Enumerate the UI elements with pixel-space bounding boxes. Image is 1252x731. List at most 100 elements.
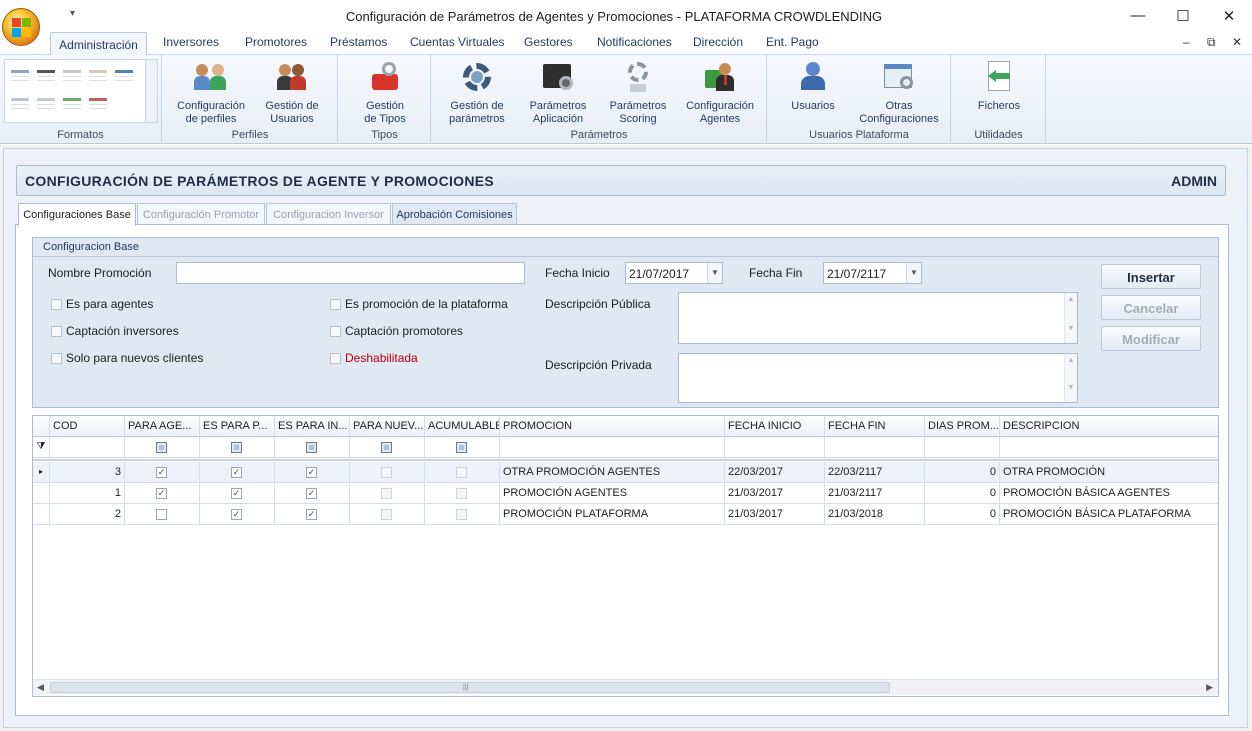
ribbon-tab-ent-pago[interactable]: Ent. Pago	[766, 35, 819, 49]
cell-es-para-p[interactable]: ✓	[200, 483, 275, 504]
filter-cell[interactable]	[500, 437, 725, 458]
row-checkbox[interactable]	[456, 467, 467, 478]
insertar-button[interactable]: Insertar	[1101, 264, 1201, 289]
configuracion-agentes-button[interactable]: Configuración Agentes	[680, 57, 760, 126]
filter-cell[interactable]	[350, 437, 425, 458]
row-checkbox[interactable]: ✓	[231, 467, 242, 478]
filter-cell[interactable]	[925, 437, 1000, 458]
gestion-parametros-button[interactable]: Gestión de parámetros	[438, 57, 516, 126]
row-checkbox[interactable]: ✓	[156, 467, 167, 478]
row-checkbox[interactable]	[456, 509, 467, 520]
row-checkbox[interactable]	[381, 509, 392, 520]
textarea-scrollbar[interactable]: ▲ ▼	[1064, 354, 1077, 402]
filter-cell[interactable]	[1000, 437, 1218, 458]
filter-cell[interactable]	[825, 437, 925, 458]
column-header[interactable]: PROMOCION	[500, 416, 725, 437]
column-header[interactable]: PARA NUEV...	[350, 416, 425, 437]
tab-configuracion-inversor[interactable]: Configuracion Inversor	[266, 203, 391, 225]
column-header[interactable]: DESCRIPCION	[1000, 416, 1218, 437]
deshabilitada-checkbox[interactable]	[330, 353, 341, 364]
gestion-tipos-button[interactable]: Gestión de Tipos	[347, 57, 423, 126]
scroll-right-icon[interactable]: ▶	[1206, 682, 1213, 693]
column-header[interactable]: FECHA FIN	[825, 416, 925, 437]
filter-checkbox[interactable]	[156, 442, 167, 453]
row-checkbox[interactable]: ✓	[306, 509, 317, 520]
nombre-promocion-input[interactable]	[176, 262, 525, 284]
ribbon-tab-notificaciones[interactable]: Notificaciones	[597, 35, 672, 49]
scroll-left-icon[interactable]: ◀	[37, 682, 44, 693]
tab-configuracion-promotor[interactable]: Configuración Promotor	[137, 203, 265, 225]
maximize-button[interactable]: ☐	[1160, 0, 1206, 31]
configuracion-perfiles-button[interactable]: Configuración de perfiles	[171, 57, 251, 126]
calendar-dropdown-icon[interactable]: ▼	[707, 263, 722, 283]
ribbon-tab-prestamos[interactable]: Préstamos	[330, 35, 387, 49]
solo-nuevos-clientes-checkbox[interactable]	[51, 353, 62, 364]
calendar-dropdown-icon[interactable]: ▼	[906, 263, 921, 283]
row-checkbox[interactable]: ✓	[306, 467, 317, 478]
cell-para-nuevos[interactable]	[350, 462, 425, 483]
filter-cell[interactable]	[275, 437, 350, 458]
textarea-scrollbar[interactable]: ▲ ▼	[1064, 293, 1077, 343]
row-checkbox[interactable]	[381, 488, 392, 499]
filter-cell[interactable]	[200, 437, 275, 458]
row-checkbox[interactable]: ✓	[231, 488, 242, 499]
es-promocion-plataforma-checkbox[interactable]	[330, 299, 341, 310]
parametros-aplicacion-button[interactable]: Parámetros Aplicación	[520, 57, 596, 126]
mdi-minimize-button[interactable]: –	[1183, 35, 1190, 49]
cell-acumulable[interactable]	[425, 504, 500, 525]
cell-acumulable[interactable]	[425, 462, 500, 483]
fecha-inicio-input[interactable]: 21/07/2017 ▼	[625, 262, 723, 284]
filter-cell[interactable]	[425, 437, 500, 458]
column-header[interactable]: ACUMULABLE	[425, 416, 500, 437]
app-menu-orb[interactable]	[2, 8, 40, 46]
minimize-button[interactable]: —	[1115, 0, 1161, 31]
cell-acumulable[interactable]	[425, 483, 500, 504]
cell-para-agentes[interactable]	[125, 504, 200, 525]
ficheros-button[interactable]: Ficheros	[962, 57, 1036, 113]
column-header[interactable]: COD	[50, 416, 125, 437]
filter-checkbox[interactable]	[381, 442, 392, 453]
row-checkbox[interactable]: ✓	[156, 488, 167, 499]
cell-para-nuevos[interactable]	[350, 504, 425, 525]
descripcion-publica-textarea[interactable]: ▲ ▼	[678, 292, 1078, 344]
tab-aprobacion-comisiones[interactable]: Aprobación Comisiones	[392, 203, 517, 225]
filter-cell[interactable]	[725, 437, 825, 458]
cell-para-agentes[interactable]: ✓	[125, 483, 200, 504]
modificar-button[interactable]: Modificar	[1101, 326, 1201, 351]
row-checkbox[interactable]	[156, 509, 167, 520]
filter-cell[interactable]	[125, 437, 200, 458]
filter-cell[interactable]	[50, 437, 125, 458]
cell-es-para-in[interactable]: ✓	[275, 483, 350, 504]
ribbon-tab-inversores[interactable]: Inversores	[163, 35, 219, 49]
column-header[interactable]: PARA AGE...	[125, 416, 200, 437]
parametros-scoring-button[interactable]: Parámetros Scoring	[600, 57, 676, 126]
ribbon-tab-administracion[interactable]: Administración	[50, 32, 147, 56]
column-header[interactable]: ES PARA P...	[200, 416, 275, 437]
row-checkbox[interactable]	[381, 467, 392, 478]
scroll-thumb[interactable]: |||	[50, 682, 890, 693]
cell-para-agentes[interactable]: ✓	[125, 462, 200, 483]
cell-es-para-in[interactable]: ✓	[275, 462, 350, 483]
ribbon-tab-cuentas-virtuales[interactable]: Cuentas Virtuales	[410, 35, 505, 49]
horizontal-scrollbar[interactable]: ◀ ||| ▶	[33, 679, 1218, 695]
mdi-close-button[interactable]: ✕	[1232, 35, 1242, 49]
column-header[interactable]: DIAS PROM...	[925, 416, 1000, 437]
descripcion-privada-textarea[interactable]: ▲ ▼	[678, 353, 1078, 403]
cell-es-para-p[interactable]: ✓	[200, 504, 275, 525]
usuarios-button[interactable]: Usuarios	[778, 57, 848, 113]
cancelar-button[interactable]: Cancelar	[1101, 295, 1201, 320]
ribbon-tab-gestores[interactable]: Gestores	[524, 35, 573, 49]
filter-checkbox[interactable]	[231, 442, 242, 453]
filter-checkbox[interactable]	[456, 442, 467, 453]
mdi-restore-button[interactable]: ⧉	[1207, 35, 1216, 50]
column-header[interactable]: FECHA INICIO	[725, 416, 825, 437]
row-indicator[interactable]	[33, 483, 50, 504]
row-checkbox[interactable]: ✓	[231, 509, 242, 520]
filter-checkbox[interactable]	[306, 442, 317, 453]
ribbon-tab-promotores[interactable]: Promotores	[245, 35, 307, 49]
row-indicator[interactable]: ▸	[33, 462, 50, 483]
column-header[interactable]: ES PARA IN...	[275, 416, 350, 437]
fecha-fin-input[interactable]: 21/07/2117 ▼	[823, 262, 922, 284]
otras-configuraciones-button[interactable]: Otras Configuraciones	[856, 57, 942, 126]
close-button[interactable]: ✕	[1206, 0, 1252, 31]
